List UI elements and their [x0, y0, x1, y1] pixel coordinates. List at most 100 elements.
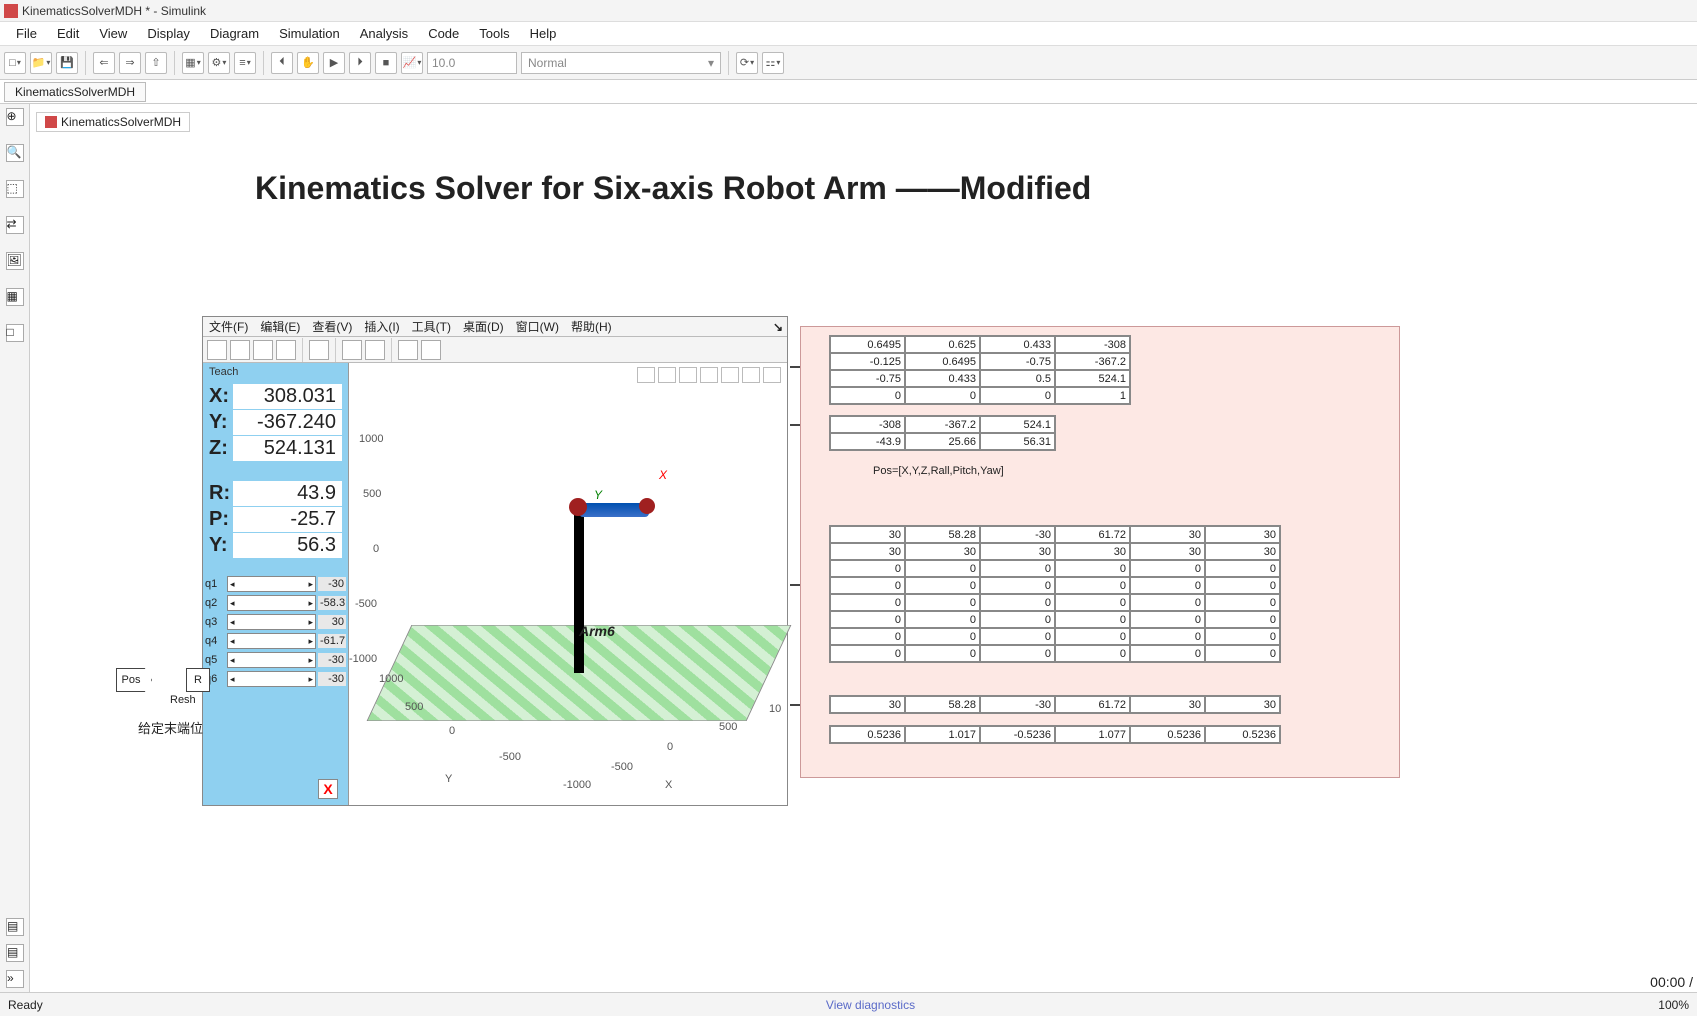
run-button[interactable]: ▶	[323, 52, 345, 74]
build-button[interactable]: ⚏	[762, 52, 784, 74]
position-table[interactable]: -308-367.2524.1-43.925.6656.31	[829, 415, 1056, 451]
x-tick: 500	[719, 721, 737, 733]
up-button[interactable]: ⇧	[145, 52, 167, 74]
menu-display[interactable]: Display	[137, 22, 200, 45]
figmenu-desktop[interactable]: 桌面(D)	[463, 318, 504, 335]
zoomout-icon[interactable]	[742, 367, 760, 383]
simulation-mode-select[interactable]: Normal▾	[521, 52, 721, 74]
ik-solutions-table[interactable]: 3058.28-3061.723030303030303030000000000…	[829, 525, 1281, 663]
back-button[interactable]: ⇐	[93, 52, 115, 74]
step-forward-button[interactable]: ⏵	[349, 52, 371, 74]
pause-icon[interactable]: ✋	[297, 52, 319, 74]
transform-matrix-table[interactable]: 0.64950.6250.433-308-0.1250.6495-0.75-36…	[829, 335, 1131, 405]
view-diagnostics-link[interactable]: View diagnostics	[83, 998, 1659, 1012]
q1-slider[interactable]: ◂▸	[227, 576, 316, 592]
table-cell: 61.72	[1055, 526, 1130, 543]
breadcrumb-item[interactable]: KinematicsSolverMDH	[4, 82, 146, 102]
figmenu-edit[interactable]: 编辑(E)	[260, 318, 300, 335]
radians-table[interactable]: 0.52361.017-0.52361.0770.52360.5236	[829, 725, 1281, 744]
forward-button[interactable]: ⇒	[119, 52, 141, 74]
library-button[interactable]: ▦	[182, 52, 204, 74]
menu-help[interactable]: Help	[520, 22, 567, 45]
open-button[interactable]: 📁	[30, 52, 52, 74]
q3-slider[interactable]: ◂▸	[227, 614, 316, 630]
toolbar-separator	[391, 338, 392, 362]
teach-close-button[interactable]: X	[318, 779, 338, 799]
home-icon[interactable]	[763, 367, 781, 383]
step-back-button[interactable]: ⏴	[271, 52, 293, 74]
zoom-icon[interactable]	[658, 367, 676, 383]
figmenu-help[interactable]: 帮助(H)	[571, 318, 612, 335]
table-cell: 524.1	[1055, 370, 1130, 387]
yaw-label: Y:	[209, 534, 233, 557]
menu-tools[interactable]: Tools	[469, 22, 519, 45]
config-button[interactable]: ⚙	[208, 52, 230, 74]
table-cell: 0.6495	[830, 336, 905, 353]
save-button[interactable]: 💾	[56, 52, 78, 74]
fig-grid-icon[interactable]	[365, 340, 385, 360]
rail-bottom1-icon[interactable]: ▤	[6, 918, 24, 936]
fig-link-icon[interactable]	[309, 340, 329, 360]
rotate-icon[interactable]	[679, 367, 697, 383]
figmenu-tools[interactable]: 工具(T)	[412, 318, 451, 335]
menu-file[interactable]: File	[6, 22, 47, 45]
table-cell: 0	[980, 611, 1055, 628]
menu-diagram[interactable]: Diagram	[200, 22, 269, 45]
figure-dock-icon[interactable]: ↘	[773, 320, 783, 334]
rail-expand-icon[interactable]: »	[6, 970, 24, 988]
fig-new-icon[interactable]	[207, 340, 227, 360]
menu-simulation[interactable]: Simulation	[269, 22, 350, 45]
zoomin-icon[interactable]	[721, 367, 739, 383]
stop-button[interactable]: ■	[375, 52, 397, 74]
rail-collapse-icon[interactable]: ⊕	[6, 108, 24, 126]
fig-open-icon[interactable]	[230, 340, 250, 360]
q5-slider[interactable]: ◂▸	[227, 652, 316, 668]
menu-edit[interactable]: Edit	[47, 22, 89, 45]
brush-icon[interactable]	[637, 367, 655, 383]
menu-analysis[interactable]: Analysis	[350, 22, 418, 45]
q1-value: -30	[318, 577, 346, 591]
q2-slider[interactable]: ◂▸	[227, 595, 316, 611]
robot-joint	[569, 498, 587, 516]
table-cell: 0.5236	[1205, 726, 1280, 743]
rail-image-icon[interactable]: 🖼	[6, 252, 24, 270]
model-canvas[interactable]: KinematicsSolverMDH Kinematics Solver fo…	[30, 104, 1697, 992]
new-button[interactable]: □	[4, 52, 26, 74]
fast-restart-button[interactable]: ⟳	[736, 52, 758, 74]
menu-view[interactable]: View	[89, 22, 137, 45]
selected-solution-table[interactable]: 3058.28-3061.723030	[829, 695, 1281, 714]
rail-fit-icon[interactable]: ⬚	[6, 180, 24, 198]
fig-save-icon[interactable]	[253, 340, 273, 360]
reshape-block[interactable]: R	[186, 668, 210, 692]
q6-slider[interactable]: ◂▸	[227, 671, 316, 687]
model-tab[interactable]: KinematicsSolverMDH	[36, 112, 190, 132]
rail-arrow-icon[interactable]: ⇄	[6, 216, 24, 234]
pan-icon[interactable]	[700, 367, 718, 383]
3d-plot[interactable]: 1000 500 0 -500 -1000 X Y Arm6 1000 500 …	[349, 363, 787, 805]
figmenu-window[interactable]: 窗口(W)	[516, 318, 559, 335]
pos-block[interactable]: Pos	[116, 668, 152, 692]
figmenu-file[interactable]: 文件(F)	[209, 318, 248, 335]
figmenu-insert[interactable]: 插入(I)	[364, 318, 399, 335]
stop-time-input[interactable]: 10.0	[427, 52, 517, 74]
fig-print-icon[interactable]	[276, 340, 296, 360]
z-label: Z:	[209, 437, 233, 460]
fig-pointer-icon[interactable]	[398, 340, 418, 360]
list-button[interactable]: ≡	[234, 52, 256, 74]
table-cell: -43.9	[830, 433, 905, 450]
figmenu-view[interactable]: 查看(V)	[312, 318, 352, 335]
fig-phone-icon[interactable]	[342, 340, 362, 360]
rail-zoom-icon[interactable]: 🔍	[6, 144, 24, 162]
q4-slider[interactable]: ◂▸	[227, 633, 316, 649]
rail-bottom2-icon[interactable]: ▤	[6, 944, 24, 962]
y-axis-label: Y	[594, 488, 602, 502]
rail-grid-icon[interactable]: ▦	[6, 288, 24, 306]
table-cell: 1	[1055, 387, 1130, 404]
page-title: Kinematics Solver for Six-axis Robot Arm…	[255, 170, 1091, 207]
scope-button[interactable]: 📈	[401, 52, 423, 74]
table-cell: 0	[905, 645, 980, 662]
menu-code[interactable]: Code	[418, 22, 469, 45]
table-cell: 0	[1055, 628, 1130, 645]
fig-insert-icon[interactable]	[421, 340, 441, 360]
rail-blank-icon[interactable]: □	[6, 324, 24, 342]
